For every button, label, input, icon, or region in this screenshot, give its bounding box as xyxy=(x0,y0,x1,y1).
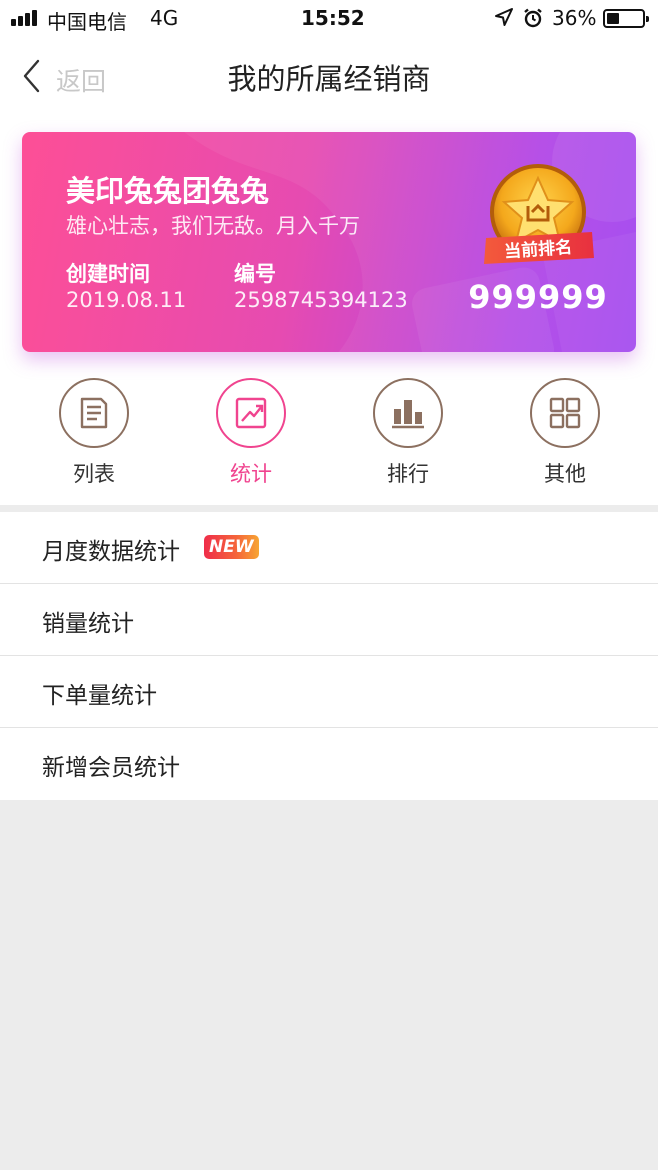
page-title: 我的所属经销商 xyxy=(227,62,431,96)
list-item-monthly-stats[interactable]: 月度数据统计 NEW xyxy=(0,512,658,584)
created-time-value: 2019.08.11 xyxy=(66,288,187,312)
list-item-label: 下单量统计 xyxy=(42,683,157,709)
list-item-sales-stats[interactable]: 销量统计 xyxy=(0,584,658,656)
carrier-label: 中国电信 xyxy=(47,10,127,34)
menu-item-list[interactable]: 列表 xyxy=(34,378,154,488)
menu-item-other[interactable]: 其他 xyxy=(505,378,625,488)
dealer-number-label: 编号 xyxy=(234,262,276,286)
menu-item-circle xyxy=(373,378,443,448)
location-arrow-icon xyxy=(495,8,513,26)
trend-chart-icon xyxy=(235,397,267,429)
menu-item-circle xyxy=(216,378,286,448)
menu-item-label: 其他 xyxy=(544,462,586,486)
network-type: 4G xyxy=(150,6,179,30)
rank-value: 999999 xyxy=(468,278,608,316)
battery-icon xyxy=(603,9,649,28)
menu-item-circle xyxy=(530,378,600,448)
dealer-number-value: 2598745394123 xyxy=(234,288,408,312)
list-item-new-member-stats[interactable]: 新增会员统计 xyxy=(0,728,658,800)
dealer-name: 美印兔兔团兔兔 xyxy=(66,174,270,208)
list-item-label: 销量统计 xyxy=(42,611,134,637)
menu-item-label: 列表 xyxy=(73,462,115,486)
document-icon xyxy=(80,397,108,429)
statistics-list: 月度数据统计 NEW 销量统计 下单量统计 新增会员统计 xyxy=(0,512,658,800)
clock: 15:52 xyxy=(301,6,365,30)
menu-item-statistics[interactable]: 统计 xyxy=(191,378,311,488)
dealer-slogan: 雄心壮志，我们无敌。月入千万 xyxy=(66,214,360,238)
menu-item-ranking[interactable]: 排行 xyxy=(348,378,468,488)
created-time-label: 创建时间 xyxy=(66,262,150,286)
menu-item-circle xyxy=(59,378,129,448)
dealer-card: 美印兔兔团兔兔 雄心壮志，我们无敌。月入千万 创建时间 2019.08.11 编… xyxy=(22,132,636,352)
navigation-bar: 返回 我的所属经销商 xyxy=(0,38,658,114)
alarm-icon xyxy=(524,8,542,28)
list-item-order-stats[interactable]: 下单量统计 xyxy=(0,656,658,728)
grid-icon xyxy=(549,397,581,429)
menu-item-label: 统计 xyxy=(230,462,272,486)
new-badge: NEW xyxy=(204,535,259,559)
list-item-label: 新增会员统计 xyxy=(42,755,180,781)
status-bar: 中国电信 4G 15:52 36% xyxy=(0,0,658,38)
signal-icon xyxy=(11,10,41,26)
function-menu: 列表 统计 排行 其他 xyxy=(0,372,658,490)
menu-item-label: 排行 xyxy=(387,462,429,486)
battery-percent: 36% xyxy=(552,6,597,30)
list-item-label: 月度数据统计 xyxy=(42,539,180,565)
bar-chart-icon xyxy=(392,400,424,429)
